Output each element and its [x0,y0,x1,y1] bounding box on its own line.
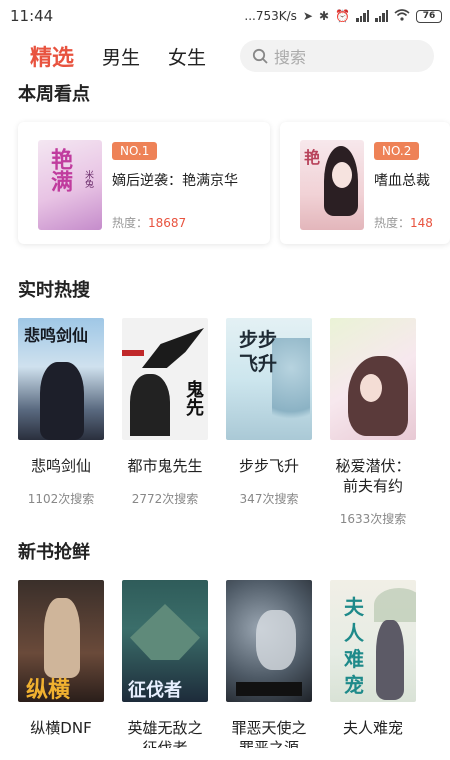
book-name: 纵横DNF [30,719,92,737]
search-placeholder: 搜索 [274,48,307,67]
hot-book-4[interactable]: 秘爱潜伏：前夫有约 1633次搜索 [330,318,416,527]
cover-title-text: 夫人难宠 [344,595,364,697]
status-indicators: ...753K/s ➤ ✱ ⏰ 76 [244,8,442,24]
search-count: 1633次搜索 [339,512,407,526]
battery-icon: 76 [416,9,442,23]
book-name: 夫人难宠 [342,719,403,737]
tab-female[interactable]: 女生 [168,43,206,70]
new-book-4[interactable]: 夫人难宠 夫人难宠 [330,580,416,738]
tab-featured[interactable]: 精选 [30,40,74,72]
book-cover: 步步飞升 [226,318,312,440]
book-cover: 艳 [300,140,364,230]
search-count: 2772次搜索 [131,492,199,506]
section-title-new: 新书抢鲜 [18,542,90,563]
rank-badge: NO.1 [112,142,158,160]
signal-2-icon [375,10,388,22]
heat-label: 热度： [374,216,411,230]
search-count: 1102次搜索 [27,492,95,506]
heat-label: 热度： [112,216,149,230]
book-cover: 纵横 [18,580,104,702]
book-cover: 悲鸣剑仙 [18,318,104,440]
hot-book-2[interactable]: 鬼先 都市鬼先生 2772次搜索 [122,318,208,507]
bottom-nav-bar [0,748,450,760]
section-title-hot: 实时热搜 [18,280,90,301]
status-bar: 11:44 ...753K/s ➤ ✱ ⏰ 76 [0,0,450,32]
weekly-card-1[interactable]: 艳满 米兔 NO.1 嫡后逆袭：艳满京华 热度：18687 [18,122,270,244]
weekly-card-2[interactable]: 艳 NO.2 嗜血总裁 热度：148 [280,122,450,244]
signal-icon [356,10,369,22]
location-icon: ➤ [302,9,313,23]
section-title-weekly: 本周看点 [18,84,90,105]
book-name: 秘爱潜伏：前夫有约 [335,457,411,495]
book-cover: 艳满 米兔 [38,140,102,230]
book-name: 都市鬼先生 [127,457,203,475]
new-book-3[interactable]: 罪恶天使之罪恶之源 [226,580,312,758]
weekly-book-title: 嗜血总裁 [374,173,430,189]
cover-title-text: 艳满 [47,148,73,192]
wifi-icon [394,8,410,24]
cover-author-text: 米兔 [83,170,93,188]
status-time: 11:44 [10,7,54,25]
book-cover: 夫人难宠 [330,580,416,702]
new-book-1[interactable]: 纵横 纵横DNF [18,580,104,738]
book-cover: 鬼先 [122,318,208,440]
heat-number: 148 [410,216,433,230]
book-cover: 征伐者 [122,580,208,702]
search-input[interactable]: 搜索 [240,40,434,72]
book-cover [330,318,416,440]
hot-book-1[interactable]: 悲鸣剑仙 悲鸣剑仙 1102次搜索 [18,318,104,507]
cover-title-text: 悲鸣剑仙 [24,326,89,345]
search-icon [252,48,268,64]
heat-number: 18687 [148,216,187,230]
cover-title-text: 纵横 [26,677,71,702]
cover-title-text: 征伐者 [128,680,182,701]
new-book-2[interactable]: 征伐者 英雄无敌之征伐者 [122,580,208,758]
book-name: 悲鸣剑仙 [30,457,91,475]
weekly-book-title: 嫡后逆袭：艳满京华 [112,173,238,189]
cover-title-text: 艳 [304,148,321,167]
heat-value: 热度：18687 [112,214,186,231]
rank-badge: NO.2 [374,142,420,160]
top-nav: 精选 男生 女生 搜索 [0,36,450,76]
book-name: 步步飞升 [238,457,299,475]
heat-value: 热度：148 [374,214,433,231]
alarm-icon: ⏰ [335,9,350,23]
cover-title-text: 步步飞升 [238,329,277,375]
bluetooth-icon: ✱ [318,9,330,23]
book-cover [226,580,312,702]
tab-male[interactable]: 男生 [102,43,140,70]
hot-book-3[interactable]: 步步飞升 步步飞升 347次搜索 [226,318,312,507]
network-speed: ...753K/s [244,9,297,23]
search-count: 347次搜索 [239,492,299,506]
cover-title-text: 鬼先 [183,380,204,416]
